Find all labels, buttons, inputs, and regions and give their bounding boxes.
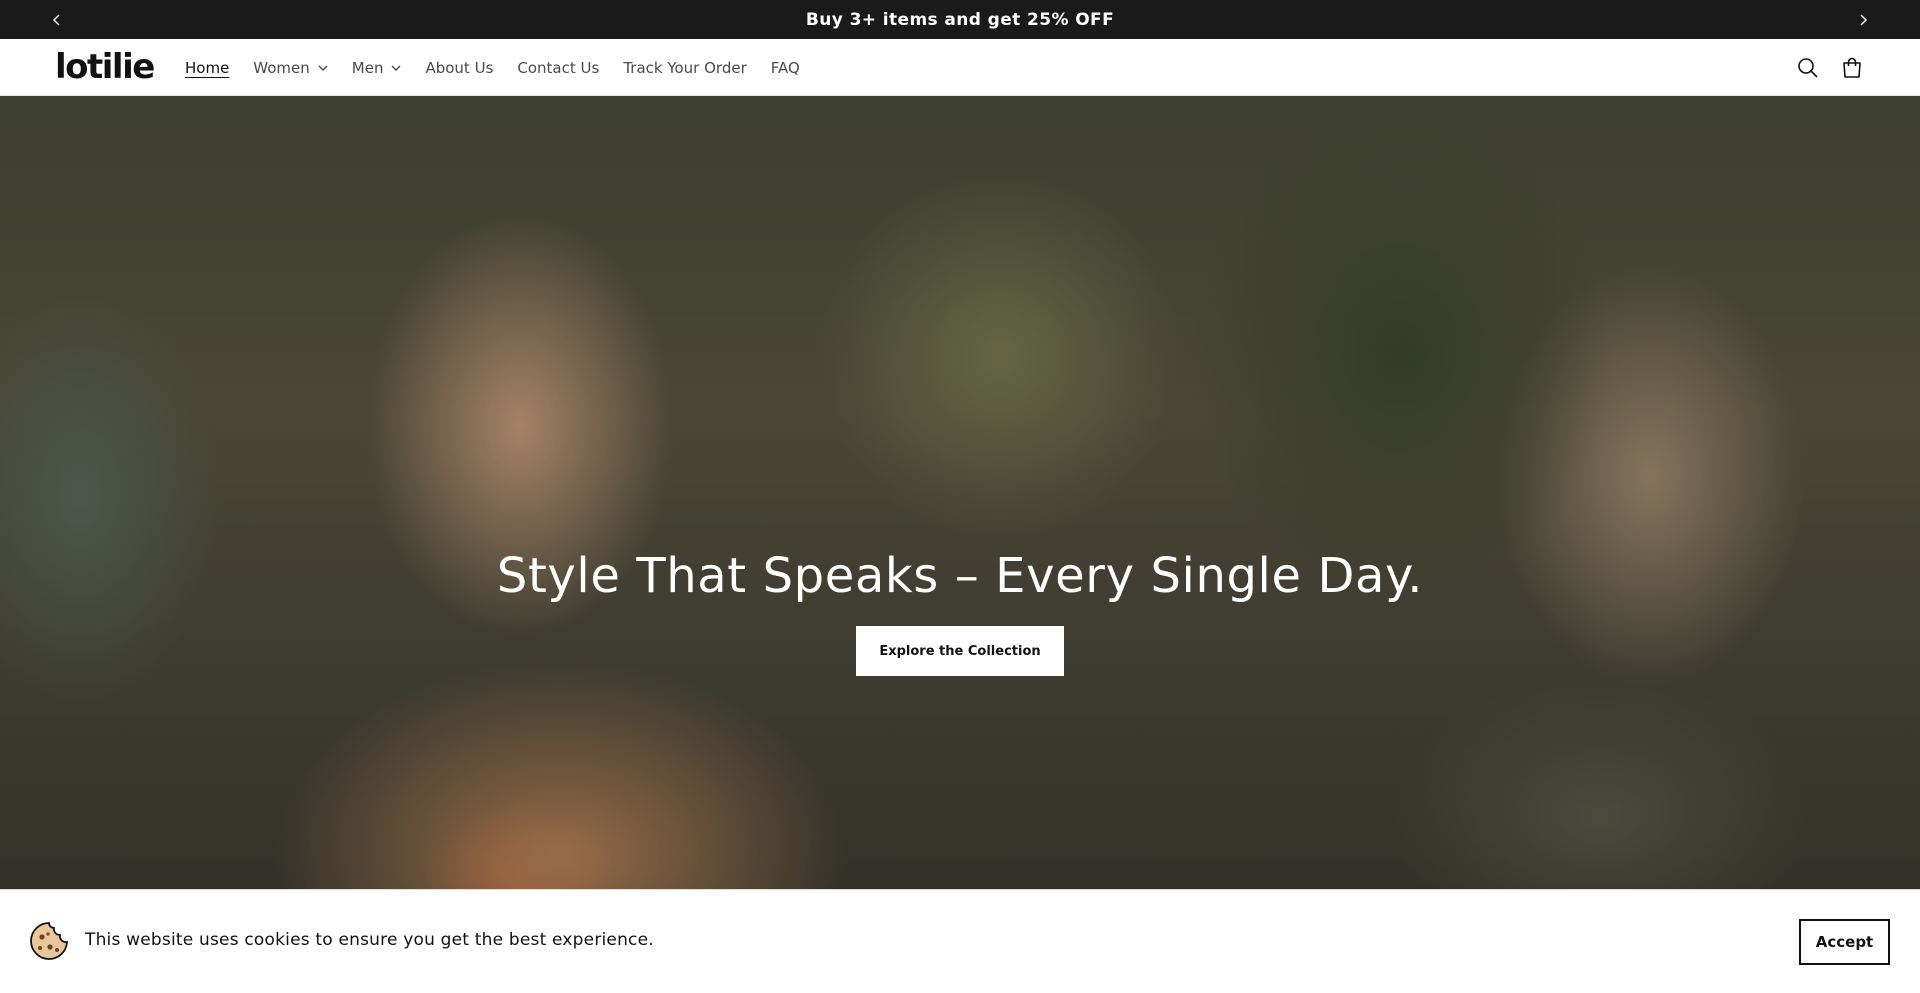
cookie-accept-button[interactable]: Accept [1799,919,1890,965]
nav-item-about-us[interactable]: About Us [413,39,505,96]
announcement-bar: Buy 3+ items and get 25% OFF [0,0,1920,39]
cart-icon [1843,57,1861,78]
main-nav: Home Women Men About Us Contact Us Track… [173,39,812,96]
hero-headline: Style That Speaks – Every Single Day. [496,548,1424,604]
search-button[interactable] [1793,53,1823,83]
nav-item-track-order[interactable]: Track Your Order [611,39,758,96]
cookie-banner: This website uses cookies to ensure you … [0,889,1920,993]
nav-label: Track Your Order [623,58,747,77]
nav-item-men[interactable]: Men [340,39,414,96]
nav-label: Women [253,58,310,77]
nav-label: Home [185,58,230,77]
nav-label: Men [351,58,384,77]
nav-label: FAQ [770,58,800,77]
announcement-text: Buy 3+ items and get 25% OFF [805,9,1115,30]
chevron-right-icon [1860,13,1868,26]
explore-collection-button[interactable]: Explore the Collection [856,626,1064,676]
nav-item-faq[interactable]: FAQ [759,39,812,96]
nav-item-contact-us[interactable]: Contact Us [505,39,611,96]
cookie-message: This website uses cookies to ensure you … [85,930,654,950]
announcement-prev-button[interactable] [37,0,77,39]
nav-item-home[interactable]: Home [173,39,241,96]
chevron-down-icon [391,65,401,71]
search-icon [1798,58,1818,78]
chevron-left-icon [52,13,60,26]
hero-banner: Style That Speaks – Every Single Day. Ex… [0,96,1920,889]
site-header: lotilie Home Women Men About Us Contact … [0,39,1920,96]
announcement-next-button[interactable] [1843,0,1883,39]
nav-item-women[interactable]: Women [241,39,339,96]
cookie-icon [30,922,68,960]
logo[interactable]: lotilie [55,46,155,88]
hero-overlay [0,96,1920,889]
nav-label: About Us [425,58,494,77]
nav-label: Contact Us [517,58,600,77]
cart-button[interactable] [1837,53,1867,83]
chevron-down-icon [318,65,328,71]
